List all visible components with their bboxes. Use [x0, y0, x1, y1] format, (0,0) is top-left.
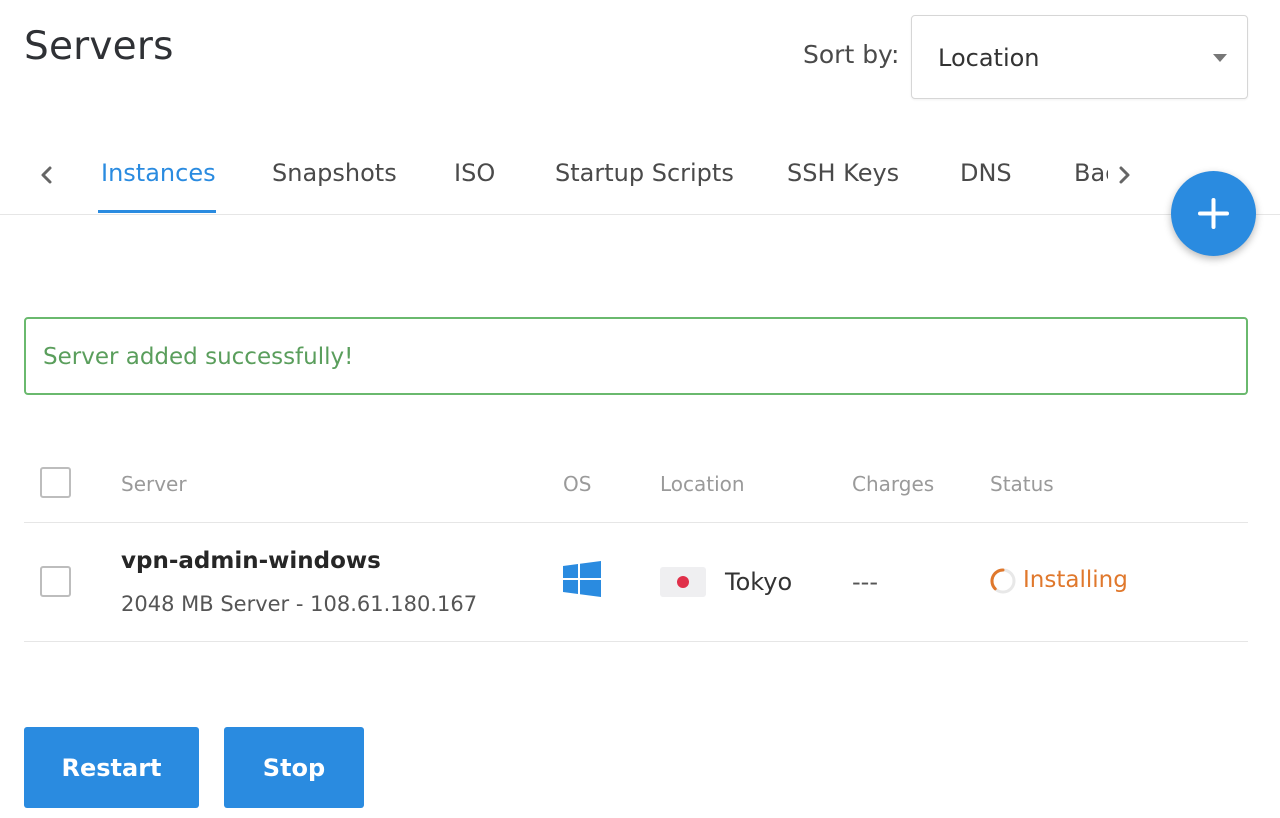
tabs-scroll-right-button[interactable] [1110, 160, 1140, 190]
success-alert-message: Server added successfully! [43, 344, 354, 370]
sort-select[interactable]: Location [911, 15, 1248, 99]
column-header-os: OS [563, 472, 592, 496]
stop-button[interactable]: Stop [224, 727, 364, 808]
restart-button[interactable]: Restart [24, 727, 199, 808]
select-all-checkbox[interactable] [40, 467, 71, 498]
tab-startup-scripts[interactable]: Startup Scripts [555, 140, 734, 214]
japan-flag-icon [660, 567, 706, 597]
page-title: Servers [24, 24, 174, 69]
windows-icon [563, 561, 601, 597]
table-row-divider [24, 641, 1248, 642]
active-tab-indicator [98, 210, 216, 213]
server-status: Installing [1023, 567, 1128, 593]
tabs-scroll-left-button[interactable] [32, 160, 62, 190]
plus-icon [1198, 198, 1229, 229]
column-header-status: Status [990, 472, 1054, 496]
success-alert: Server added successfully! [24, 317, 1248, 395]
server-charges: --- [852, 568, 878, 596]
chevron-left-icon [41, 166, 52, 184]
tab-dns[interactable]: DNS [960, 140, 1012, 214]
add-server-button[interactable] [1171, 171, 1256, 256]
tabs-bar: Instances Snapshots ISO Startup Scripts … [80, 140, 1108, 216]
table-header-divider [24, 522, 1248, 523]
column-header-charges: Charges [852, 472, 935, 496]
tabs-divider [0, 214, 1280, 215]
tab-instances[interactable]: Instances [101, 140, 216, 214]
tab-ssh-keys[interactable]: SSH Keys [787, 140, 899, 214]
server-name-link[interactable]: vpn-admin-windows [121, 545, 381, 577]
tab-backups[interactable]: Backups [1074, 140, 1108, 214]
caret-down-icon [1213, 54, 1227, 62]
column-header-location: Location [660, 472, 745, 496]
chevron-right-icon [1119, 166, 1130, 184]
column-header-server: Server [121, 472, 187, 496]
servers-page: Servers Sort by: Location Instances Snap… [0, 0, 1280, 818]
tab-iso[interactable]: ISO [454, 140, 495, 214]
row-select-checkbox[interactable] [40, 566, 71, 597]
flag-red-dot [677, 576, 689, 588]
sort-select-value: Location [938, 44, 1040, 72]
server-location: Tokyo [725, 568, 793, 596]
sort-by-label: Sort by: [803, 40, 900, 69]
server-details: 2048 MB Server - 108.61.180.167 [121, 592, 478, 616]
tab-snapshots[interactable]: Snapshots [272, 140, 397, 214]
spinner-icon [989, 567, 1017, 595]
